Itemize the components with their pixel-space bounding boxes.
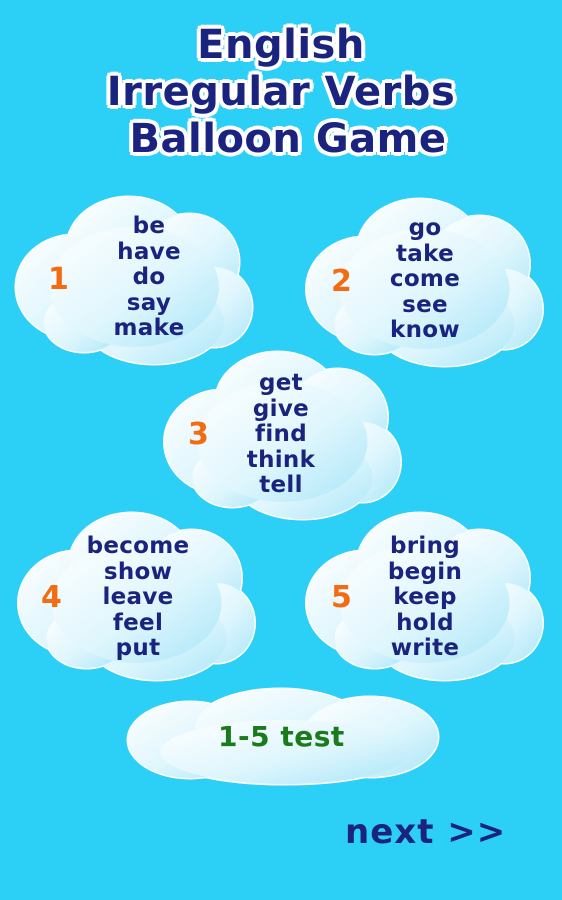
verb-word: find xyxy=(255,421,307,447)
cloud-number-4: 4 xyxy=(41,580,62,615)
cloud-number-5: 5 xyxy=(331,580,352,615)
verb-word: begin xyxy=(387,558,463,585)
verb-word: have xyxy=(117,238,181,265)
verb-word: show xyxy=(103,558,173,585)
verb-word: put xyxy=(115,635,161,661)
verb-word: write xyxy=(390,635,460,661)
verb-word: bring xyxy=(389,533,461,559)
test-button-label: 1-5 test xyxy=(218,720,345,753)
cloud-group-4[interactable]: 4 become show leave feel put xyxy=(14,508,259,688)
verb-word: make xyxy=(113,315,185,341)
next-button[interactable]: next >> xyxy=(345,812,506,852)
cloud-group-5[interactable]: 5 bring begin keep hold write xyxy=(302,508,547,688)
verb-word: know xyxy=(390,317,460,343)
title-line-1: English xyxy=(197,22,365,68)
verb-word: tell xyxy=(259,472,303,498)
verb-word: do xyxy=(132,264,166,290)
cloud-number-3: 3 xyxy=(188,417,209,452)
verb-word: go xyxy=(408,215,442,241)
cloud-number-1: 1 xyxy=(48,262,69,297)
verb-word: feel xyxy=(112,609,164,636)
verb-word: be xyxy=(132,213,166,239)
cloud-words-2: go take come see know xyxy=(370,215,480,344)
cloud-words-4: become show leave feel put xyxy=(78,533,198,662)
cloud-group-3[interactable]: 3 get give find think tell xyxy=(160,347,405,527)
verb-word: keep xyxy=(393,584,457,610)
cloud-words-3: get give find think tell xyxy=(226,370,336,499)
verb-word: take xyxy=(396,240,454,267)
verb-word: think xyxy=(246,446,316,473)
cloud-number-2: 2 xyxy=(331,264,352,299)
verb-word: get xyxy=(259,370,303,396)
game-title: English Irregular Verbs Balloon Game xyxy=(0,22,562,163)
verb-word: leave xyxy=(102,584,174,610)
cloud-words-5: bring begin keep hold write xyxy=(370,533,480,662)
verb-word: hold xyxy=(396,609,454,636)
verb-word: see xyxy=(402,291,448,318)
verb-word: come xyxy=(389,266,461,292)
title-line-3: Balloon Game xyxy=(129,116,447,162)
verb-word: give xyxy=(252,395,310,422)
verb-word: say xyxy=(126,289,172,316)
cloud-words-1: be have do say make xyxy=(94,213,204,342)
cloud-group-1[interactable]: 1 be have do say make xyxy=(14,192,254,372)
verb-word: become xyxy=(86,533,190,559)
test-cloud-button[interactable]: 1-5 test xyxy=(120,682,445,790)
title-line-2: Irregular Verbs xyxy=(106,69,456,115)
